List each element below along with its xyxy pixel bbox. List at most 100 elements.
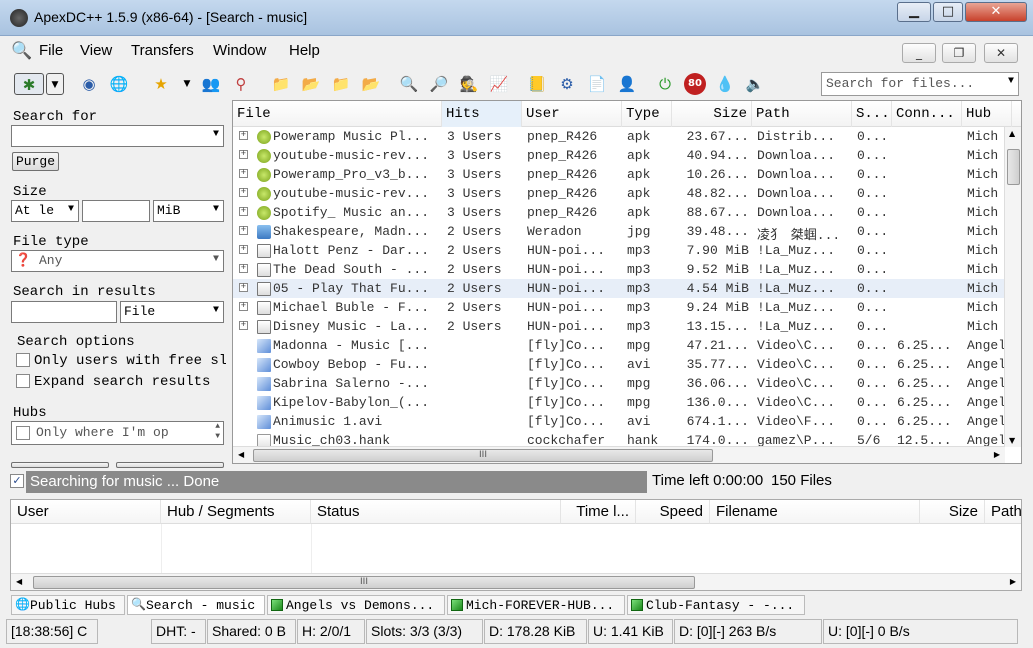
free-slots-checkbox[interactable] (16, 353, 30, 367)
col-size[interactable]: Size (672, 101, 752, 127)
globe-icon[interactable]: 🌐 (108, 73, 130, 95)
result-row[interactable]: Sabrina Salerno -... [fly]Co... mpg 36.06..… (233, 374, 1006, 393)
scroll-right-icon[interactable]: ▶ (994, 450, 1000, 459)
favorites-star-icon[interactable]: ★ (150, 73, 172, 95)
chevron-down-icon[interactable]: ▼ (213, 204, 219, 215)
transfers-list[interactable]: User Hub / Segments Status Time l... Spe… (10, 499, 1022, 591)
result-row[interactable]: + Spotify_ Music an... 3 Users pnep_R426 apk… (233, 203, 1005, 222)
xfer-col-size[interactable]: Size (920, 500, 985, 524)
result-row[interactable]: Cowboy Bebop - Fu... [fly]Co... avi 35.77..… (233, 355, 1006, 374)
chevron-down-icon[interactable]: ▼ (68, 204, 74, 215)
minimize-button[interactable]: ▁ (897, 2, 931, 22)
expand-plus-icon[interactable]: + (239, 226, 248, 235)
xfer-col-user[interactable]: User (11, 500, 161, 524)
search-in-results-field-select[interactable]: File ▼ (120, 301, 224, 323)
reconnect-icon[interactable]: ◉ (78, 73, 100, 95)
expand-plus-icon[interactable]: + (239, 131, 248, 140)
connect-icon[interactable]: ✱ (14, 73, 44, 95)
menu-transfers[interactable]: Transfers (131, 42, 194, 59)
mdi-minimize-button[interactable]: _ (902, 43, 936, 63)
expand-plus-icon[interactable]: + (239, 207, 248, 216)
col-slots[interactable]: S... (852, 101, 892, 127)
tab-club-fantasy[interactable]: Club-Fantasy - -... (627, 595, 805, 615)
away-icon[interactable]: 💧 (714, 73, 736, 95)
results-vertical-scroll-thumb[interactable] (1007, 149, 1020, 185)
result-row[interactable]: Madonna - Music [... [fly]Co... mpg 47.21..… (233, 336, 1006, 355)
xfer-col-time-left[interactable]: Time l... (561, 500, 636, 524)
dropdown-arrow-icon[interactable]: ▼ (46, 73, 64, 95)
file-type-select[interactable]: ❓ Any ▼ (11, 250, 224, 272)
search-in-results-input[interactable] (11, 301, 117, 323)
transfers-horizontal-scroll-thumb[interactable]: III (33, 576, 695, 589)
expand-plus-icon[interactable]: + (239, 321, 248, 330)
search-for-input[interactable]: ▼ (11, 125, 224, 147)
spin-arrows-icon[interactable]: ▲ ▼ (215, 422, 220, 442)
file-list-icon[interactable]: 📄 (586, 73, 608, 95)
recent-icon[interactable]: ⚲ (230, 73, 252, 95)
adl-search-icon[interactable]: 🔎 (428, 73, 450, 95)
xfer-col-path[interactable]: Path (985, 500, 1021, 524)
xfer-col-status[interactable]: Status (311, 500, 561, 524)
status-checkbox[interactable]: ✓ (10, 474, 24, 488)
search-toolbar-icon[interactable]: 🔍 (398, 73, 420, 95)
tab-public-hubs[interactable]: 🌐 Public Hubs (11, 595, 125, 615)
expand-plus-icon[interactable]: + (239, 150, 248, 159)
upload-queue-icon[interactable]: 📁 (330, 73, 352, 95)
maximize-button[interactable]: □ (933, 2, 963, 22)
expand-plus-icon[interactable]: + (239, 169, 248, 178)
mdi-close-button[interactable]: ✕ (984, 43, 1018, 63)
result-row[interactable]: + The Dead South - ... 2 Users HUN-poi... mp… (233, 260, 1005, 279)
result-row[interactable]: Kipelov-Babylon_(... [fly]Co... mpg 136.0..… (233, 393, 1006, 412)
result-row[interactable]: + Disney Music - La... 2 Users HUN-poi... mp… (233, 317, 1005, 336)
menu-window[interactable]: Window (213, 42, 266, 59)
result-row[interactable]: + Poweramp Music Pl... 3 Users pnep_R426 apk… (233, 127, 1005, 146)
expand-plus-icon[interactable]: + (239, 264, 248, 273)
hubs-list[interactable]: Only where I'm op ▲ ▼ (11, 421, 224, 445)
size-value-input[interactable] (82, 200, 150, 222)
expand-plus-icon[interactable]: + (239, 283, 248, 292)
results-horizontal-scrollbar[interactable]: ◀ III ▶ (233, 446, 1005, 463)
xfer-col-hub[interactable]: Hub / Segments (161, 500, 311, 524)
col-path[interactable]: Path (752, 101, 852, 127)
chevron-down-icon[interactable]: ▼ (213, 305, 219, 316)
mdi-restore-button[interactable]: ❐ (942, 43, 976, 63)
finished-icon[interactable]: 📂 (300, 73, 322, 95)
search-results-list[interactable]: File Hits User Type Size Path S... Conn.… (232, 100, 1022, 464)
sound-icon[interactable]: 🔈 (744, 73, 766, 95)
col-user[interactable]: User (522, 101, 622, 127)
power-icon[interactable]: ⏻ (654, 73, 676, 95)
tab-search-music[interactable]: 🔍 Search - music (127, 595, 265, 615)
chevron-down-icon[interactable]: ▼ (1008, 76, 1014, 87)
menu-help[interactable]: Help (289, 42, 320, 59)
finished-uploads-icon[interactable]: 📂 (360, 73, 382, 95)
result-row[interactable]: + youtube-music-rev... 3 Users pnep_R426 apk… (233, 184, 1005, 203)
chevron-down-icon[interactable]: ▼ (213, 129, 219, 140)
menu-view[interactable]: View (80, 42, 112, 59)
users-icon[interactable]: 👥 (200, 73, 222, 95)
expand-plus-icon[interactable]: + (239, 188, 248, 197)
col-connection[interactable]: Conn... (892, 101, 962, 127)
notepad-icon[interactable]: 📒 (526, 73, 548, 95)
scroll-left-icon[interactable]: ◀ (238, 450, 244, 459)
col-hub[interactable]: Hub (962, 101, 1012, 127)
xfer-col-filename[interactable]: Filename (710, 500, 920, 524)
scroll-up-icon[interactable]: ▲ (1009, 129, 1015, 138)
col-type[interactable]: Type (622, 101, 672, 127)
results-horizontal-scroll-thumb[interactable]: III (253, 449, 713, 462)
result-row[interactable]: + Halott Penz - Dar... 2 Users HUN-poi... mp… (233, 241, 1005, 260)
result-row[interactable]: + Michael Buble - F... 2 Users HUN-poi... mp… (233, 298, 1005, 317)
user-icon[interactable]: 👤 (616, 73, 638, 95)
col-hits[interactable]: Hits (442, 101, 522, 127)
tab-mich-forever-hub[interactable]: Mich-FOREVER-HUB... (447, 595, 625, 615)
xfer-col-speed[interactable]: Speed (636, 500, 710, 524)
result-row[interactable]: + youtube-music-rev... 3 Users pnep_R426 apk… (233, 146, 1005, 165)
expand-plus-icon[interactable]: + (239, 302, 248, 311)
network-stats-icon[interactable]: 📈 (488, 73, 510, 95)
favorites-dropdown-icon[interactable]: ▼ (176, 73, 198, 95)
search-spy-icon[interactable]: 🕵 (458, 73, 480, 95)
size-unit-select[interactable]: MiB ▼ (153, 200, 224, 222)
scroll-down-icon[interactable]: ▼ (1009, 436, 1015, 445)
expand-results-checkbox[interactable] (16, 374, 30, 388)
size-mode-select[interactable]: At le ▼ (11, 200, 79, 222)
purge-button[interactable]: Purge (12, 152, 60, 171)
